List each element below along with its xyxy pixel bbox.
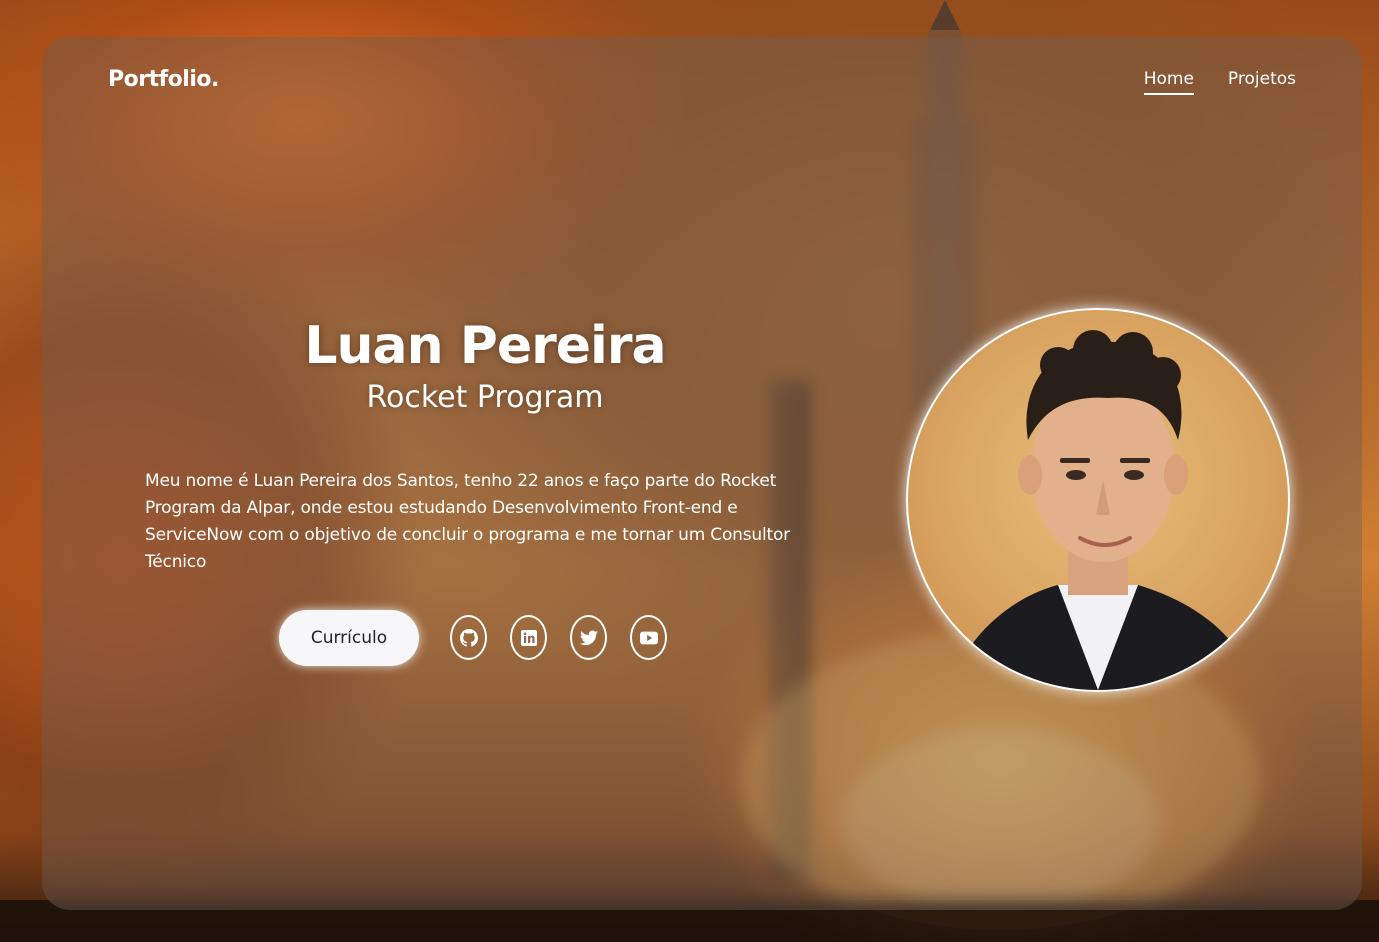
linkedin-icon	[520, 629, 537, 646]
youtube-link[interactable]	[630, 615, 667, 660]
youtube-icon	[639, 631, 658, 644]
github-link[interactable]	[450, 615, 487, 660]
hero-subtitle: Rocket Program	[366, 380, 604, 415]
hero-bio: Meu nome é Luan Pereira dos Santos, tenh…	[145, 471, 790, 572]
twitter-link[interactable]	[570, 615, 607, 660]
curriculo-button[interactable]: Currículo	[279, 610, 419, 666]
main-nav: Home Projetos	[1143, 69, 1296, 95]
profile-photo	[906, 308, 1290, 692]
linkedin-link[interactable]	[510, 615, 547, 660]
nav-link-projetos[interactable]: Projetos	[1228, 69, 1296, 95]
hero-name: Luan Pereira	[304, 316, 666, 376]
hero-card: Portfolio. Home Projetos Luan Pereira Ro…	[42, 37, 1362, 910]
twitter-icon	[579, 630, 598, 645]
profile-portrait	[948, 330, 1258, 690]
nav-link-home[interactable]: Home	[1143, 69, 1194, 95]
github-icon	[459, 628, 478, 647]
logo[interactable]: Portfolio.	[108, 67, 219, 92]
social-links	[450, 615, 667, 660]
